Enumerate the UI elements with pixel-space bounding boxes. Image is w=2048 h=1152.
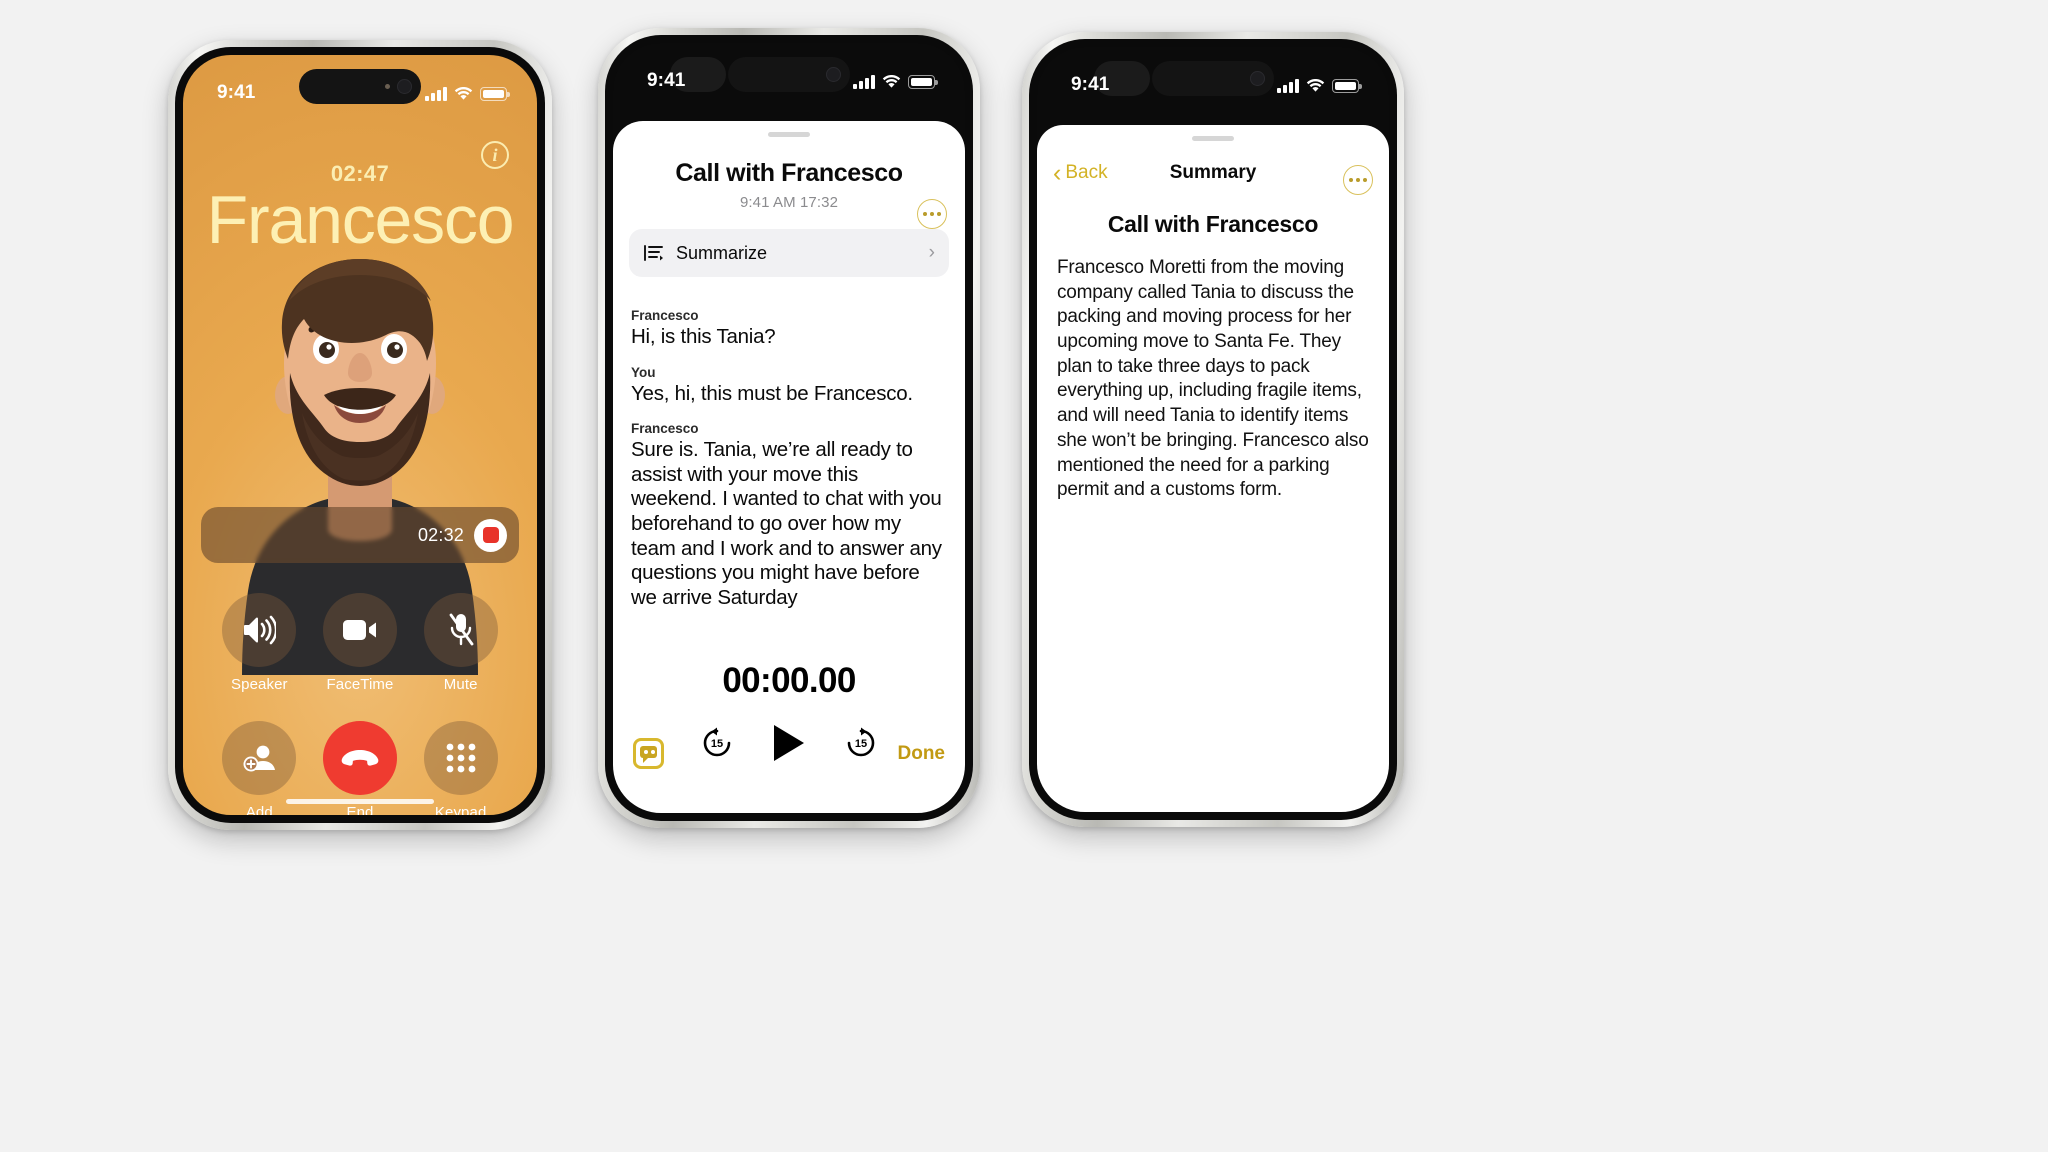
add-person-icon — [222, 721, 297, 795]
more-options-button[interactable] — [1343, 165, 1373, 195]
facetime-label: FaceTime — [326, 676, 394, 693]
phone3-screen: 9:41 ‹ Back Summary Call with Francesco … — [1037, 47, 1389, 812]
transcript-speaker: Francesco — [631, 421, 699, 437]
waveform — [219, 515, 408, 555]
phone-transcript-screen: 9:41 Call with Francesco 9:41 AM 17:32 S… — [598, 28, 980, 828]
summarize-icon — [643, 244, 665, 262]
transcript-entry: Francesco Hi, is this Tania? — [631, 308, 947, 350]
battery-icon — [480, 87, 510, 101]
battery-icon — [1332, 79, 1362, 93]
status-time: 9:41 — [647, 70, 686, 91]
transcript-text: Hi, is this Tania? — [631, 325, 776, 348]
status-bar: 9:41 — [183, 55, 537, 113]
mute-label: Mute — [443, 676, 478, 693]
mic-muted-icon — [423, 593, 498, 667]
summary-title: Call with Francesco — [1107, 211, 1319, 237]
back-label: Back — [1065, 162, 1108, 183]
keypad-button[interactable]: Keypad — [423, 721, 498, 815]
summary-body: Francesco Moretti from the moving compan… — [1057, 257, 1369, 501]
wifi-icon — [882, 74, 901, 89]
back-button[interactable]: ‹ Back — [1053, 158, 1108, 187]
sheet-title: Call with Francesco — [675, 159, 903, 187]
status-time: 9:41 — [217, 82, 256, 103]
transcript-entry: You Yes, hi, this must be Francesco. — [631, 365, 947, 407]
transcript-entry: Francesco Sure is. Tania, we’re all read… — [631, 421, 947, 610]
done-button[interactable]: Done — [898, 743, 946, 765]
more-options-button[interactable] — [917, 199, 947, 229]
home-indicator[interactable] — [1139, 795, 1287, 801]
transcript-speaker: Francesco — [631, 308, 699, 323]
signal-icon — [1277, 78, 1299, 93]
call-info-button[interactable]: i — [481, 141, 509, 169]
transcript-sheet: Call with Francesco 9:41 AM 17:32 Summar… — [613, 121, 965, 813]
speaker-label: Speaker — [231, 676, 288, 693]
facetime-button[interactable]: FaceTime — [322, 593, 397, 693]
transcript-speaker: You — [631, 364, 656, 380]
call-recording-pill[interactable]: 02:32 — [201, 507, 519, 563]
screenshot-stage: 9:41 i 02:47 Francesco 02:32 Speaker Fac… — [0, 0, 2048, 1152]
status-indicators — [425, 86, 510, 101]
signal-icon — [425, 86, 447, 101]
summary-sheet: ‹ Back Summary Call with Francesco Franc… — [1037, 125, 1389, 812]
phone-call-screen: 9:41 i 02:47 Francesco 02:32 Speaker Fac… — [168, 40, 552, 830]
status-indicators — [1277, 78, 1362, 93]
mute-button[interactable]: Mute — [423, 593, 498, 693]
video-camera-icon — [322, 593, 397, 667]
chevron-right-icon: › — [928, 242, 935, 263]
speaker-button[interactable]: Speaker — [222, 593, 297, 693]
transcript-list: Francesco Hi, is this Tania? You Yes, hi… — [613, 277, 965, 610]
keypad-label: Keypad — [434, 804, 487, 815]
transcript-text: Sure is. Tania, we’re all ready to assis… — [631, 438, 942, 609]
phone-summary-screen: 9:41 ‹ Back Summary Call with Francesco … — [1022, 32, 1404, 827]
keypad-icon — [423, 721, 498, 795]
status-time: 9:41 — [1071, 74, 1110, 95]
phone2-screen: 9:41 Call with Francesco 9:41 AM 17:32 S… — [613, 43, 965, 813]
speaker-icon — [222, 593, 297, 667]
home-indicator[interactable] — [286, 798, 434, 804]
summarize-label: Summarize — [676, 242, 768, 263]
sheet-footer: Done — [613, 738, 965, 769]
sheet-grabber[interactable] — [1192, 136, 1234, 141]
playback-time: 00:00.00 — [722, 661, 856, 700]
add-label: Add — [245, 804, 273, 815]
wifi-icon — [1306, 78, 1325, 93]
chevron-left-icon: ‹ — [1053, 158, 1062, 187]
navigation-bar: ‹ Back Summary — [1037, 149, 1389, 197]
sheet-grabber[interactable] — [768, 132, 810, 137]
phone1-screen: 9:41 i 02:47 Francesco 02:32 Speaker Fac… — [183, 55, 537, 815]
stop-recording-button[interactable] — [474, 518, 507, 552]
sheet-subtitle: 9:41 AM 17:32 — [739, 194, 839, 211]
home-indicator[interactable] — [715, 796, 863, 802]
battery-icon — [908, 75, 938, 89]
status-indicators — [853, 74, 938, 89]
end-label: End — [346, 804, 374, 815]
caller-name: Francesco — [206, 182, 515, 258]
recording-time: 02:32 — [417, 524, 464, 545]
status-bar: 9:41 — [1037, 47, 1389, 105]
summarize-row[interactable]: Summarize › — [629, 229, 949, 277]
transcript-bubble-icon[interactable] — [633, 738, 664, 769]
signal-icon — [853, 74, 875, 89]
end-call-icon — [322, 721, 397, 795]
status-bar: 9:41 — [613, 43, 965, 101]
call-controls: Speaker FaceTime Mute Add End Keypad — [183, 593, 537, 815]
transcript-text: Yes, hi, this must be Francesco. — [631, 381, 913, 405]
wifi-icon — [454, 86, 473, 101]
